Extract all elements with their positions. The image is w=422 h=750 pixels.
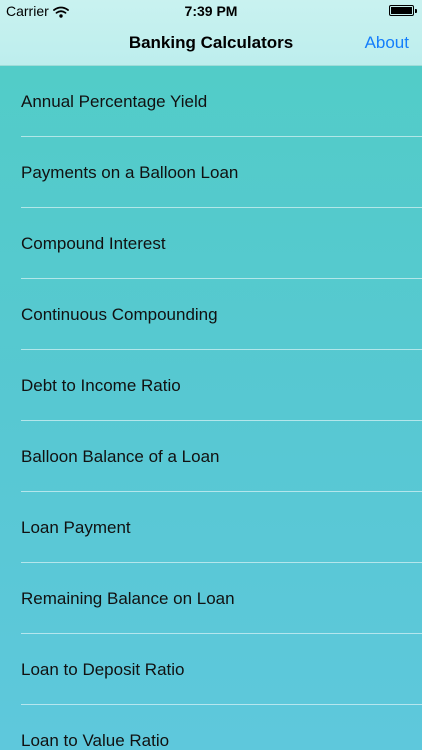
list-item[interactable]: Balloon Balance of a Loan	[0, 421, 422, 492]
list-item[interactable]: Continuous Compounding	[0, 279, 422, 350]
about-button[interactable]: About	[365, 33, 409, 53]
list-item[interactable]: Compound Interest	[0, 208, 422, 279]
list-item[interactable]: Remaining Balance on Loan	[0, 563, 422, 634]
list-item-label: Remaining Balance on Loan	[21, 589, 235, 608]
calculator-list: Annual Percentage Yield Payments on a Ba…	[0, 66, 422, 750]
list-item[interactable]: Loan Payment	[0, 492, 422, 563]
list-item[interactable]: Loan to Deposit Ratio	[0, 634, 422, 705]
list-item-label: Continuous Compounding	[21, 305, 218, 324]
status-time: 7:39 PM	[184, 3, 238, 19]
list-item[interactable]: Debt to Income Ratio	[0, 350, 422, 421]
list-item-label: Payments on a Balloon Loan	[21, 163, 239, 182]
list-item-label: Loan Payment	[21, 518, 131, 537]
battery-level	[391, 7, 412, 14]
battery-icon	[389, 5, 417, 16]
list-item-label: Debt to Income Ratio	[21, 376, 181, 395]
page-title: Banking Calculators	[128, 33, 294, 52]
list-item-label: Balloon Balance of a Loan	[21, 447, 220, 466]
app-screen: Carrier 7:39 PM Banking Calculators Abou…	[0, 0, 422, 750]
list-item-label: Annual Percentage Yield	[21, 92, 208, 111]
list-item[interactable]: Annual Percentage Yield	[0, 66, 422, 137]
status-bar: Carrier 7:39 PM	[0, 0, 422, 22]
list-item-label: Loan to Deposit Ratio	[21, 660, 185, 679]
list-item[interactable]: Payments on a Balloon Loan	[0, 137, 422, 208]
list-item-label: Compound Interest	[21, 234, 166, 253]
list-item[interactable]: Loan to Value Ratio	[0, 705, 422, 750]
top-bar: Carrier 7:39 PM Banking Calculators Abou…	[0, 0, 422, 66]
list-item-label: Loan to Value Ratio	[21, 731, 170, 750]
